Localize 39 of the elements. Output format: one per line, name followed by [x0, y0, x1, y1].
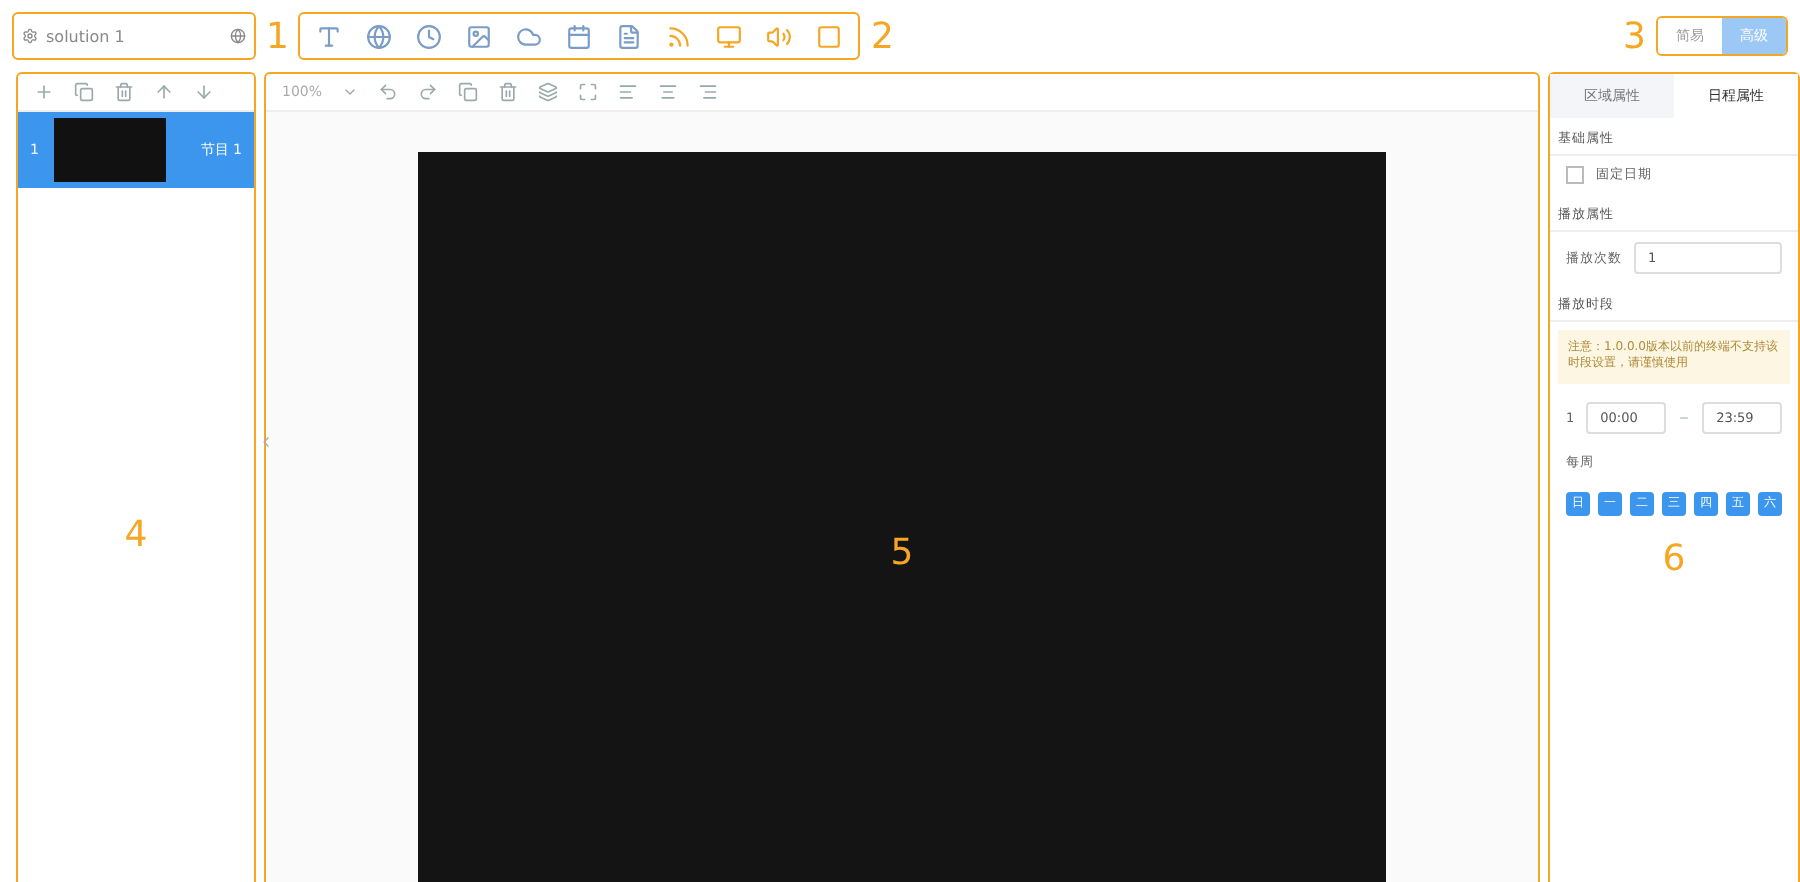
undo-icon[interactable] — [378, 82, 399, 102]
solution-name-field[interactable]: solution 1 — [12, 12, 256, 60]
weather-icon[interactable] — [516, 23, 543, 49]
callout-number: 5 — [890, 531, 914, 573]
globe-icon[interactable] — [230, 28, 246, 44]
page-thumbnail — [54, 118, 167, 182]
image-icon[interactable] — [466, 23, 493, 49]
callout-number: 6 — [1662, 537, 1686, 580]
align-right-icon[interactable] — [698, 82, 719, 102]
copy-icon[interactable] — [458, 82, 479, 102]
delete-icon[interactable] — [498, 82, 519, 102]
align-center-icon[interactable] — [658, 82, 679, 102]
align-left-icon[interactable] — [618, 82, 639, 102]
square-icon[interactable] — [816, 23, 843, 49]
text-icon[interactable] — [316, 23, 343, 49]
callout-number: 4 — [124, 514, 148, 556]
redo-icon[interactable] — [418, 82, 439, 102]
collapse-icon[interactable] — [258, 434, 274, 450]
chevron-icon[interactable] — [342, 84, 359, 100]
clock-icon[interactable] — [416, 23, 443, 49]
gear-icon — [22, 28, 38, 44]
copy-icon[interactable] — [74, 82, 94, 102]
fit-icon[interactable] — [578, 82, 599, 102]
callout-number: 2 — [868, 15, 896, 57]
monitor-icon[interactable] — [716, 23, 743, 49]
move-up-icon[interactable] — [154, 82, 174, 102]
layers-icon[interactable] — [538, 82, 559, 102]
checkbox[interactable] — [1566, 166, 1584, 184]
web-icon[interactable] — [366, 23, 393, 49]
calendar-icon[interactable] — [566, 23, 593, 49]
callout-number: 1 — [264, 15, 291, 57]
feed-icon[interactable] — [666, 23, 693, 49]
move-down-icon[interactable] — [194, 82, 214, 102]
speaker-icon[interactable] — [766, 23, 793, 49]
callout-number: 3 — [1621, 15, 1648, 57]
add-icon[interactable] — [34, 82, 54, 102]
document-icon[interactable] — [616, 23, 643, 49]
delete-icon[interactable] — [114, 82, 134, 102]
dash-icon[interactable] — [1678, 411, 1691, 424]
